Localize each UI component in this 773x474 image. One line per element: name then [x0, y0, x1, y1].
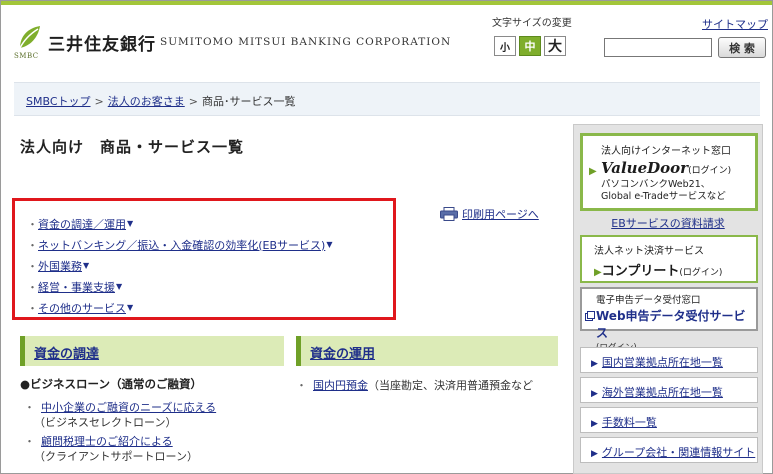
font-size-large-button[interactable]: 大 [544, 36, 566, 56]
anchor-link-management-support[interactable]: 経営・事業支援 [38, 279, 115, 295]
breadcrumb-corporate[interactable]: 法人のお客さま [108, 95, 185, 108]
sidebar-link-overseas-branches[interactable]: ▶ 海外営業拠点所在地一覧 [580, 377, 758, 403]
search-button[interactable]: 検 索 [718, 37, 766, 58]
bank-name-japanese[interactable]: 三井住友銀行 [48, 30, 156, 55]
font-size-switcher: 小 中 大 [494, 36, 566, 56]
font-size-small-button[interactable]: 小 [494, 36, 516, 56]
complete-caption: 法人ネット決済サービス [594, 246, 704, 257]
list-bullet: ・ [27, 217, 38, 231]
valuedoor-description: パソコンバンクWeb21、 Global e-Tradeサービスなど [601, 179, 755, 203]
search-input[interactable] [604, 38, 712, 57]
breadcrumb-current: 商品･サービス一覧 [201, 95, 296, 108]
breadcrumb-separator: > [94, 95, 104, 108]
eb-materials-link[interactable]: EBサービスの資料請求 [611, 217, 725, 230]
list-bullet: ・ [27, 238, 38, 252]
caret-right-icon: ▶ [589, 166, 597, 177]
font-size-medium-button[interactable]: 中 [519, 36, 541, 56]
sitemap-link[interactable]: サイトマップ [702, 16, 768, 32]
product-link-business-select-loan[interactable]: 中小企業のご融資のニーズに応える [41, 401, 216, 414]
list-bullet: ・ [27, 280, 38, 294]
arrow-down-icon: ▼ [326, 240, 333, 249]
product-link-client-support-loan[interactable]: 顧問税理士のご紹介による [41, 435, 173, 448]
list-bullet: ・ [27, 301, 38, 315]
print-page-label: 印刷用ページへ [462, 208, 539, 221]
list-item: ・顧問税理士のご紹介による （クライアントサポートローン） [24, 434, 198, 464]
eb-materials-link-wrap: EBサービスの資料請求 [574, 215, 762, 231]
list-bullet: ・ [24, 401, 35, 414]
print-page-link[interactable]: 印刷用ページへ [440, 206, 539, 222]
list-item: ・その他のサービス ▼ [27, 297, 393, 318]
sidebar-link-label: 海外営業拠点所在地一覧 [601, 386, 723, 399]
valuedoor-name: ValueDoor [601, 159, 689, 177]
product-note: （クライアントサポートローン） [34, 450, 199, 463]
sidebar-link-label: 手数料一覧 [601, 416, 657, 429]
anchor-link-box: ・資金の調達／運用 ▼ ・ネットバンキング／振込・入金確認の効率化(EBサービス)… [12, 198, 396, 320]
list-bullet: ・ [24, 435, 35, 448]
breadcrumb: SMBCトップ > 法人のお客さま > 商品･サービス一覧 [14, 82, 760, 116]
font-size-label: 文字サイズの変更 [492, 18, 572, 29]
anchor-link-foreign-business[interactable]: 外国業務 [38, 258, 82, 274]
valuedoor-login: (ログイン) [688, 166, 732, 176]
header-accent-bar [1, 1, 772, 5]
category-header-investment: 資金の運用 [296, 336, 558, 366]
arrow-down-icon: ▼ [116, 282, 123, 291]
sidebar-link-fees[interactable]: ▶ 手数料一覧 [580, 407, 758, 433]
arrow-down-icon: ▼ [83, 261, 90, 270]
section-title-business-loan: ●ビジネスローン（通常のご融資） [20, 377, 202, 391]
product-note: （当座勘定、決済用普通預金など [368, 379, 533, 392]
web-tax-filing-banner[interactable]: 電子申告データ受付窓口 Web申告データ受付サービス (ログイン) [580, 287, 758, 353]
list-item: ・経営・事業支援 ▼ [27, 276, 393, 297]
sidebar-link-label: グループ会社・関連情報サイト [601, 446, 756, 459]
list-item: ・ネットバンキング／振込・入金確認の効率化(EBサービス) ▼ [27, 234, 393, 255]
caret-right-icon: ▶ [591, 359, 598, 369]
category-link-investment[interactable]: 資金の運用 [310, 347, 375, 362]
arrow-down-icon: ▼ [127, 303, 134, 312]
category-link-funding[interactable]: 資金の調達 [34, 347, 99, 362]
valuedoor-desc-line: Global e-Tradeサービスなど [601, 191, 726, 202]
sidebar-link-domestic-branches[interactable]: ▶ 国内営業拠点所在地一覧 [580, 347, 758, 373]
product-link-yen-deposit[interactable]: 国内円預金 [313, 379, 368, 392]
sidebar-link-group-companies[interactable]: ▶ グループ会社・関連情報サイト [580, 437, 758, 463]
caret-right-icon: ▶ [591, 419, 598, 429]
list-item: ・国内円預金（当座勘定、決済用普通預金など [296, 378, 558, 393]
valuedoor-desc-line: パソコンバンクWeb21、 [601, 179, 711, 190]
list-item: ・資金の調達／運用 ▼ [27, 213, 393, 234]
caret-right-icon: ▶ [591, 389, 598, 399]
anchor-link-funding-investment[interactable]: 資金の調達／運用 [38, 216, 126, 232]
site-header: SMBC 三井住友銀行 SUMITOMO MITSUI BANKING CORP… [0, 0, 773, 64]
valuedoor-title: ValueDoor(ログイン) [601, 159, 755, 177]
caret-right-icon: ▶ [594, 267, 602, 278]
logo-smbc-text: SMBC [14, 52, 39, 60]
new-window-icon [585, 311, 595, 321]
web-tax-name: Web申告データ受付サービス [596, 309, 746, 340]
caret-right-icon: ▶ [591, 449, 598, 459]
web-tax-caption: 電子申告データ受付窓口 [596, 295, 701, 306]
valuedoor-caption: 法人向けインターネット窓口 [601, 146, 731, 157]
arrow-down-icon: ▼ [127, 219, 134, 228]
breadcrumb-smbc-top[interactable]: SMBCトップ [26, 95, 91, 108]
product-note: （ビジネスセレクトローン） [34, 416, 177, 429]
complete-title: ▶コンプリート(ログイン) [594, 260, 756, 279]
bank-name-english: SUMITOMO MITSUI BANKING CORPORATION [160, 36, 452, 48]
page-title: 法人向け 商品・サービス一覧 [20, 138, 245, 156]
anchor-link-other-services[interactable]: その他のサービス [38, 300, 126, 316]
list-item: ・中小企業のご融資のニーズに応える （ビジネスセレクトローン） [24, 400, 216, 430]
valuedoor-login-banner[interactable]: ▶ 法人向けインターネット窓口 ValueDoor(ログイン) パソコンバンクW… [580, 133, 758, 211]
list-item: ・外国業務 ▼ [27, 255, 393, 276]
sidebar-link-label: 国内営業拠点所在地一覧 [601, 356, 723, 369]
list-bullet: ・ [296, 379, 307, 392]
anchor-link-eb-services[interactable]: ネットバンキング／振込・入金確認の効率化(EBサービス) [38, 237, 325, 253]
complete-login-banner[interactable]: 法人ネット決済サービス ▶コンプリート(ログイン) [580, 235, 758, 283]
printer-icon [440, 207, 458, 221]
complete-login: (ログイン) [679, 268, 723, 278]
category-header-funding: 資金の調達 [20, 336, 284, 366]
complete-name: コンプリート [601, 264, 680, 279]
breadcrumb-separator: > [188, 95, 198, 108]
right-sidebar: ▶ 法人向けインターネット窓口 ValueDoor(ログイン) パソコンバンクW… [573, 124, 763, 474]
list-bullet: ・ [27, 259, 38, 273]
